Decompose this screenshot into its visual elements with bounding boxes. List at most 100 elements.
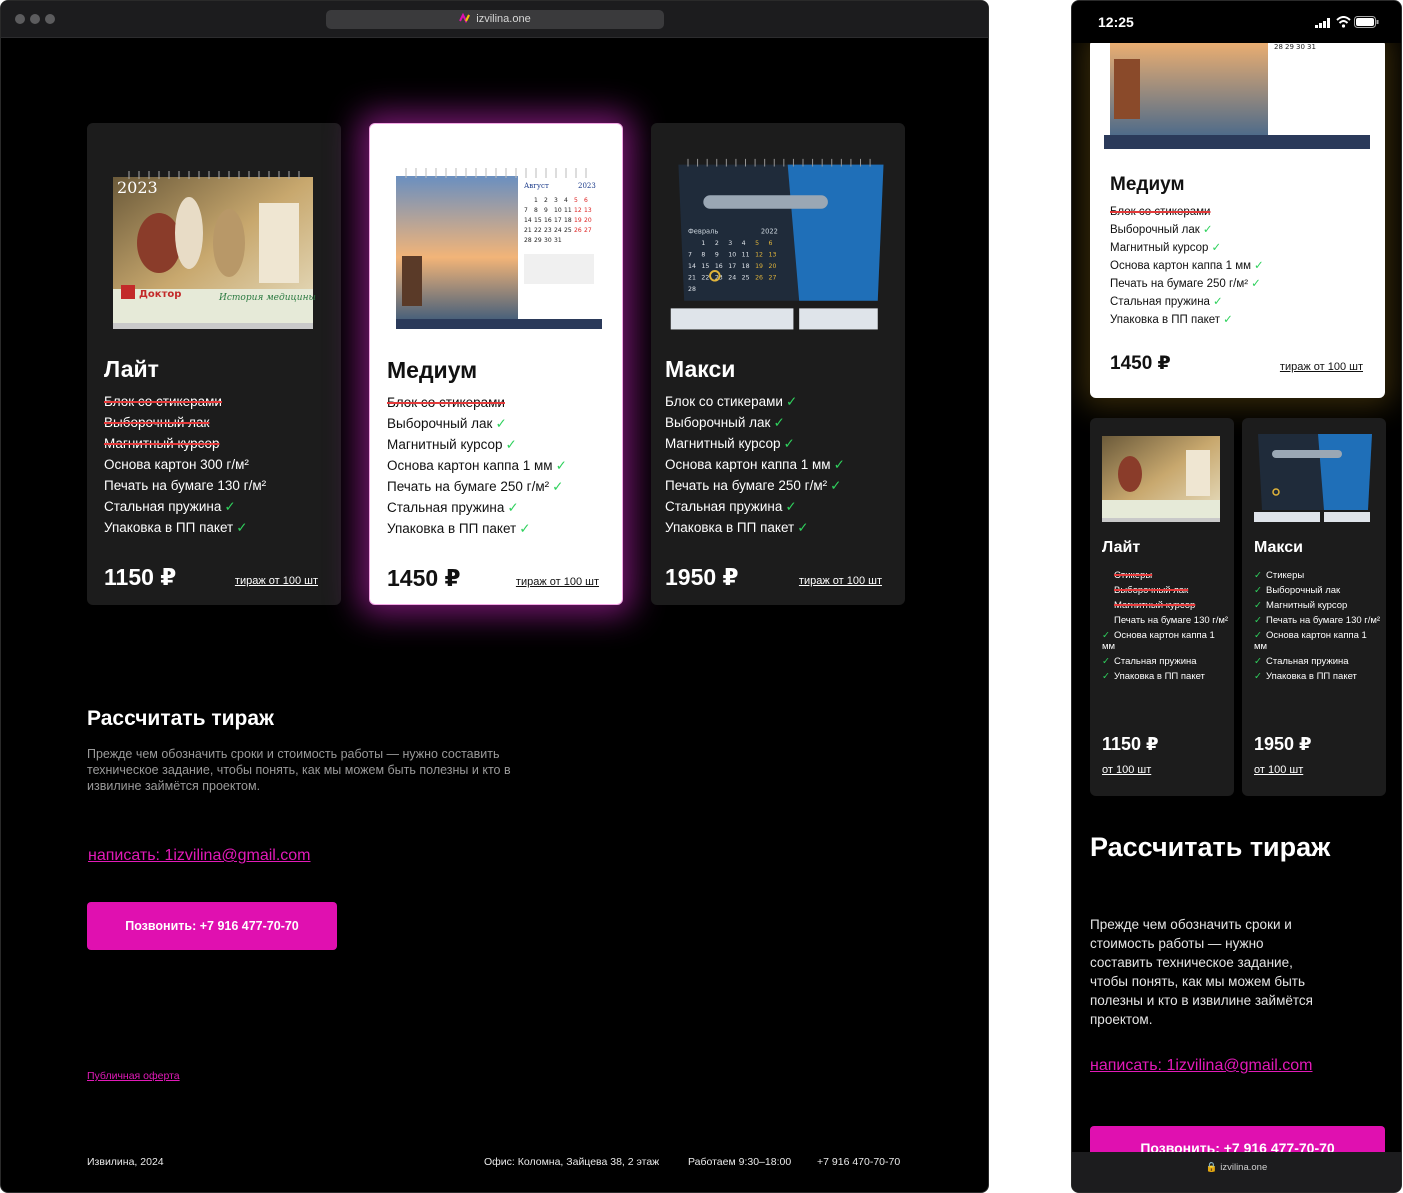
calendar-day: 10 [554,207,562,214]
check-icon: ✓ [495,416,507,431]
calendar-day: 29 [534,237,542,244]
calendar-day: 15 [534,217,542,224]
feature-item: Печать на бумаге 130 г/м² [104,475,266,496]
calendar-day: 30 [1296,43,1305,51]
feature-text: Стальная пружина [387,500,505,515]
check-icon: ✓ [1254,585,1262,596]
feature-list: Стикеры Выборочный лак Магнитный курсор Печ… [1102,570,1230,686]
feature-text: Стикеры [1114,570,1153,581]
feature-text: Блок со стикерами [104,394,222,409]
calendar-day: 8 [701,252,705,259]
mobile-plan-card-medium: 28 29 30 31 Медиум Блок со стикерами Выбороч… [1090,39,1385,398]
feature-text: Выборочный лак [1114,585,1189,596]
footer-phone[interactable]: +7 916 470-70-70 [817,1156,900,1168]
mobile-bottom-url-bar[interactable]: 🔒 izvilina.one [1072,1152,1401,1192]
feature-text: Стальная пружина [1266,656,1349,667]
check-icon: ✓ [785,499,797,514]
feature-item: Стальная пружина ✓ [387,497,567,518]
address-bar[interactable]: izvilina.one [326,10,664,29]
mobile-maxi-calendar-image [1254,434,1372,522]
calendar-day: 30 [544,237,552,244]
public-offer-link[interactable]: Публичная оферта [87,1070,180,1082]
feature-text: Основа картон 300 г/м² [104,457,249,472]
plan-batch-link[interactable]: тираж от 100 шт [799,575,882,587]
plan-batch-link[interactable]: тираж от 100 шт [1280,361,1363,373]
calendar-day: 12 [755,252,763,259]
calendar-day: 17 [728,263,736,270]
mobile-calc-lead: Прежде чем обозначить сроки и стоимость … [1090,917,1313,1027]
check-icon: ✓ [505,437,517,452]
feature-item: Стикеры [1102,570,1230,581]
feature-text: Блок со стикерами [387,395,505,410]
feature-text: Упаковка в ПП пакет [387,521,517,536]
plan-batch-link[interactable]: от 100 шт [1254,764,1303,776]
plan-card-medium: Август 2023 1 2 3 4 5 6 7 8 9 10 11 12 13 14 15 16 17 18 1… [369,123,623,605]
feature-item: Основа картон 300 г/м² [104,454,266,475]
feature-item: Основа картон каппа 1 мм ✓ [665,454,845,475]
feature-item: Магнитный курсор ✓ [1110,239,1264,257]
check-icon: ✓ [507,500,519,515]
feature-text: Упаковка в ПП пакет [1110,314,1221,326]
window-minimize-dot[interactable] [30,14,40,24]
plan-card-maxi: Февраль 2022 1 2 3 4 5 6 7 8 9 10 11 12 13 14 15 16 17 18… [651,123,905,605]
check-icon: ✓ [1212,296,1223,308]
feature-text: Магнитный курсор [1114,600,1196,611]
calendar-day: 2 [715,240,719,247]
feature-text: Стальная пружина [1114,656,1197,667]
plan-name: Лайт [1102,539,1141,556]
calendar-day: 10 [728,252,736,259]
feature-text: Выборочный лак [387,416,493,431]
plan-price: 1950 ₽ [1254,734,1312,754]
calendar-day: 17 [554,217,562,224]
calendar-day: 2 [544,197,548,204]
check-icon: ✓ [1254,656,1262,667]
calendar-day: 11 [564,207,572,214]
call-button[interactable]: Позвонить: +7 916 477-70-70 [87,902,337,950]
calendar-day: 21 [688,275,696,282]
calendar-day: 1 [534,197,538,204]
plan-batch-link[interactable]: тираж от 100 шт [516,576,599,588]
maxi-calendar-image: Февраль 2022 1 2 3 4 5 67 8 9 10 11 12 1314 15 16 17 18… [670,158,884,330]
plan-batch-link[interactable]: от 100 шт [1102,764,1151,776]
window-close-dot[interactable] [15,14,25,24]
feature-item: Выборочный лак [1102,585,1230,596]
check-icon: ✓ [830,478,842,493]
mobile-email-link[interactable]: написать: 1izvilina@gmail.com [1090,1057,1313,1075]
check-icon: ✓ [1223,314,1233,326]
feature-item: Магнитный курсор ✓ [387,434,567,455]
calendar-day: 24 [728,275,736,282]
calendar-day: 9 [715,252,719,259]
feature-item: Стальная пружина ✓ [665,496,845,517]
calendar-day: 21 [524,227,532,234]
feature-text: Упаковка в ПП пакет [1266,671,1357,682]
feature-text: Печать на бумаге 250 г/м² [1110,278,1249,290]
feature-item: Выборочный лак ✓ [665,412,845,433]
mobile-phone-frame: 28 29 30 31 Медиум Блок со стикерами Выбороч… [1071,0,1402,1193]
calendar-day: 11 [742,252,750,259]
feature-text: Основа картон каппа 1 мм [1110,260,1252,272]
check-icon: ✓ [797,520,809,535]
mobile-medium-calendar-image: 28 29 30 31 [1104,39,1370,149]
calendar-day: 8 [534,207,538,214]
feature-text: Печать на бумаге 250 г/м² [665,478,828,493]
check-icon: ✓ [555,458,567,473]
calendar-day: 20 [584,217,592,224]
calendar-day: 22 [534,227,542,234]
lock-icon: 🔒 [1205,1162,1221,1173]
feature-item: ✓ Основа картон каппа 1 мм [1254,630,1382,652]
signal-icon [1315,18,1330,28]
feature-item: Магнитный курсор ✓ [665,433,845,454]
medium-calendar-image: Август 2023 1 2 3 4 5 67 8 9 10 11 12 1314 15 16 17 18 1… [396,168,602,329]
feature-item: Упаковка в ПП пакет ✓ [665,517,845,538]
maxi-month: Февраль [688,228,718,236]
feature-item: Упаковка в ПП пакет ✓ [104,517,266,538]
calendar-day: 27 [769,275,777,282]
plan-batch-link[interactable]: тираж от 100 шт [235,575,318,587]
calendar-day: 16 [544,217,552,224]
window-zoom-dot[interactable] [45,14,55,24]
feature-text: Магнитный курсор [1110,242,1209,254]
calendar-day: 31 [1307,43,1316,51]
email-link[interactable]: написать: 1izvilina@gmail.com [88,847,311,865]
calendar-day: 25 [742,275,750,282]
feature-item: ✓ Основа картон каппа 1 мм [1102,630,1230,652]
